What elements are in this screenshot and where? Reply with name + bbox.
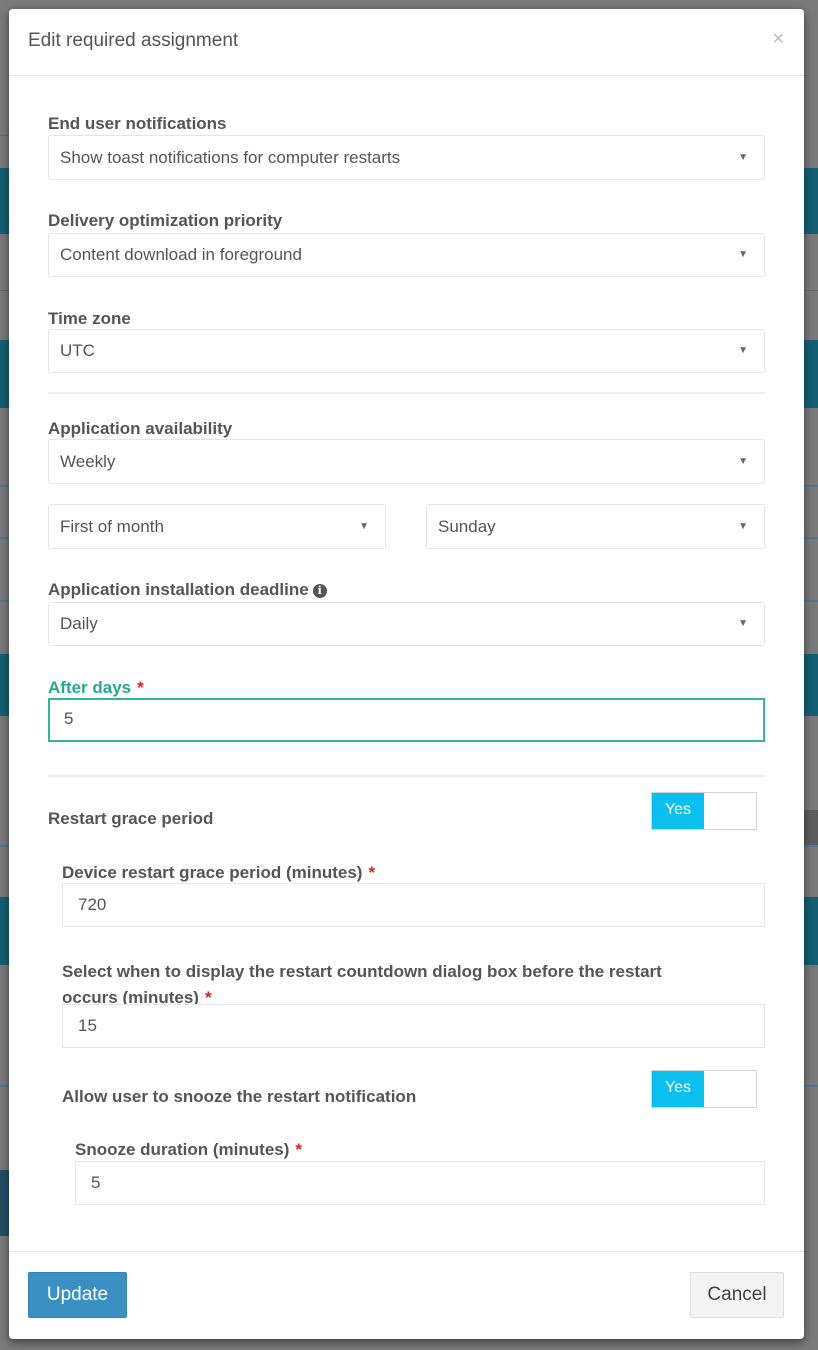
bg-band	[0, 168, 9, 234]
app-availability-select[interactable]: Weekly ▼	[48, 439, 765, 484]
chevron-down-icon: ▼	[738, 249, 748, 260]
install-deadline-label-text: Application installation deadline	[48, 580, 309, 599]
time-zone-label: Time zone	[48, 309, 131, 328]
chevron-down-icon: ▼	[738, 456, 748, 467]
end-user-notifications-label: End user notifications	[48, 114, 227, 133]
install-deadline-label: Application installation deadline i	[48, 580, 327, 600]
bg-divider	[804, 1085, 818, 1087]
chevron-down-icon: ▼	[359, 521, 369, 532]
chevron-down-icon: ▼	[738, 618, 748, 629]
bg-band	[0, 1170, 9, 1236]
select-value: Daily	[60, 614, 98, 633]
select-value: Show toast notifications for computer re…	[60, 148, 401, 167]
restart-grace-toggle[interactable]: Yes	[651, 792, 757, 830]
after-days-input[interactable]: 5	[48, 698, 765, 742]
bg-divider	[0, 135, 9, 136]
time-zone-select[interactable]: UTC ▼	[48, 329, 765, 373]
edit-assignment-modal: Edit required assignment × End user noti…	[9, 9, 804, 1339]
countdown-label-line1: Select when to display the restart count…	[62, 962, 662, 981]
chevron-down-icon: ▼	[738, 345, 748, 356]
required-marker: *	[295, 1140, 303, 1159]
bg-divider	[804, 845, 818, 847]
allow-snooze-label: Allow user to snooze the restart notific…	[62, 1087, 417, 1106]
availability-week-select[interactable]: First of month ▼	[48, 504, 386, 549]
countdown-input[interactable]: 15	[62, 1004, 765, 1048]
allow-snooze-toggle[interactable]: Yes	[651, 1070, 757, 1108]
snooze-duration-label-text: Snooze duration (minutes)	[75, 1140, 290, 1159]
toggle-on-label: Yes	[652, 793, 704, 829]
chevron-down-icon: ▼	[738, 152, 748, 163]
after-days-label-text: After days	[48, 678, 132, 697]
section-divider	[48, 775, 765, 777]
device-grace-input[interactable]: 720	[62, 883, 765, 927]
required-marker: *	[368, 863, 376, 882]
bg-divider	[804, 485, 818, 487]
bg-band	[0, 897, 9, 965]
bg-band	[804, 340, 818, 408]
bg-band	[0, 340, 9, 408]
close-icon[interactable]: ×	[772, 29, 784, 49]
bg-band	[804, 168, 818, 234]
bg-divider	[0, 600, 9, 602]
update-button[interactable]: Update	[28, 1272, 127, 1318]
required-marker: *	[137, 678, 144, 697]
bg-divider	[804, 537, 818, 539]
end-user-notifications-select[interactable]: Show toast notifications for computer re…	[48, 135, 765, 180]
bg-band	[804, 654, 818, 716]
modal-footer: Update Cancel	[9, 1251, 804, 1339]
modal-title: Edit required assignment	[28, 30, 239, 51]
snooze-duration-input[interactable]: 5	[75, 1161, 765, 1205]
toggle-on-label: Yes	[652, 1071, 704, 1107]
bg-band	[804, 810, 818, 846]
chevron-down-icon: ▼	[738, 521, 748, 532]
bg-divider	[0, 485, 9, 487]
select-value: Weekly	[60, 452, 116, 471]
bg-divider	[804, 290, 818, 291]
modal-header: Edit required assignment ×	[9, 9, 804, 76]
install-deadline-select[interactable]: Daily ▼	[48, 602, 765, 646]
restart-grace-label: Restart grace period	[48, 809, 214, 828]
delivery-optimization-select[interactable]: Content download in foreground ▼	[48, 233, 765, 277]
snooze-duration-label: Snooze duration (minutes) *	[75, 1140, 302, 1160]
bg-divider	[804, 600, 818, 602]
select-value: First of month	[60, 517, 164, 536]
device-grace-label-text: Device restart grace period (minutes)	[62, 863, 363, 882]
bg-band	[804, 897, 818, 965]
bg-divider	[0, 845, 9, 847]
info-icon[interactable]: i	[312, 584, 327, 598]
after-days-label: After days *	[48, 678, 144, 698]
bg-divider	[0, 1085, 9, 1087]
device-grace-label: Device restart grace period (minutes) *	[62, 863, 375, 883]
select-value: Content download in foreground	[60, 245, 302, 264]
availability-day-select[interactable]: Sunday ▼	[426, 504, 765, 549]
cancel-button[interactable]: Cancel	[690, 1272, 784, 1318]
bg-divider	[0, 537, 9, 539]
section-divider	[48, 392, 765, 394]
select-value: UTC	[60, 341, 95, 360]
bg-divider	[0, 290, 9, 291]
delivery-optimization-label: Delivery optimization priority	[48, 211, 283, 230]
app-availability-label: Application availability	[48, 419, 233, 438]
select-value: Sunday	[438, 517, 496, 536]
bg-band	[0, 654, 9, 716]
